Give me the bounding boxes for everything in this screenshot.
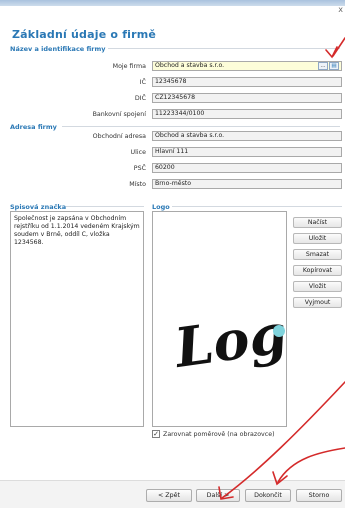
registry-textarea[interactable]: Společnost je zapsána v Obchodním rejstř…	[10, 211, 144, 427]
section-divider	[172, 206, 342, 207]
cancel-button[interactable]: Storno	[296, 489, 342, 502]
next-button[interactable]: Další >	[196, 489, 240, 502]
arrow-to-finish-button	[277, 447, 345, 483]
label-street: Ulice	[130, 149, 146, 156]
load-button[interactable]: Načíst	[293, 217, 342, 228]
label-business-address: Obchodní adresa	[92, 133, 146, 140]
save-button[interactable]: Uložit	[293, 233, 342, 244]
label-dic: DIČ	[134, 95, 146, 102]
street-field[interactable]: Hlavní 111	[152, 147, 342, 157]
section-divider	[108, 48, 340, 49]
detail-icon[interactable]: ▤	[329, 62, 339, 70]
address-heading: Adresa firmy	[10, 123, 57, 131]
business-address-field[interactable]: Obchod a stavba s.r.o.	[152, 131, 342, 141]
cut-button[interactable]: Vyjmout	[293, 297, 342, 308]
section-divider	[66, 206, 144, 207]
close-icon[interactable]: x	[338, 5, 343, 14]
dic-field[interactable]: CZ12345678	[152, 93, 342, 103]
label-ic: IČ	[139, 79, 146, 86]
window-title-bar	[0, 0, 345, 6]
label-company: Moje firma	[112, 63, 146, 70]
zip-field[interactable]: 60200	[152, 163, 342, 173]
label-place: Místo	[129, 181, 146, 188]
bank-account-field[interactable]: 11223344/0100	[152, 109, 342, 119]
label-bank: Bankovní spojení	[92, 111, 146, 118]
registry-heading: Spisová značka	[10, 203, 67, 211]
logo-image: Logo	[169, 296, 287, 380]
more-options-button[interactable]: ...	[318, 62, 328, 70]
label-zip: PSČ	[133, 165, 146, 172]
logo-image-area: Logo	[152, 211, 287, 427]
aspect-ratio-label: Zarovnat poměrově (na obrazovce)	[163, 431, 275, 438]
section-divider	[62, 126, 340, 127]
company-value: Obchod a stavba s.r.o.	[155, 62, 225, 69]
identification-heading: Název a identifikace firmy	[10, 45, 106, 53]
company-select-field[interactable]: Obchod a stavba s.r.o.	[152, 61, 342, 71]
back-button[interactable]: < Zpět	[146, 489, 192, 502]
page-title: Základní údaje o firmě	[12, 28, 157, 41]
logo-text: Logo	[169, 296, 287, 380]
aspect-ratio-checkbox[interactable]: ✓	[152, 430, 160, 438]
delete-button[interactable]: Smazat	[293, 249, 342, 260]
ic-field[interactable]: 12345678	[152, 77, 342, 87]
paste-button[interactable]: Vložit	[293, 281, 342, 292]
place-field[interactable]: Brno-město	[152, 179, 342, 189]
copy-button[interactable]: Kopírovat	[293, 265, 342, 276]
finish-button[interactable]: Dokončit	[245, 489, 291, 502]
arrow-to-detail-icon	[332, 37, 345, 57]
logo-dot	[273, 325, 285, 337]
logo-heading: Logo	[152, 203, 170, 211]
